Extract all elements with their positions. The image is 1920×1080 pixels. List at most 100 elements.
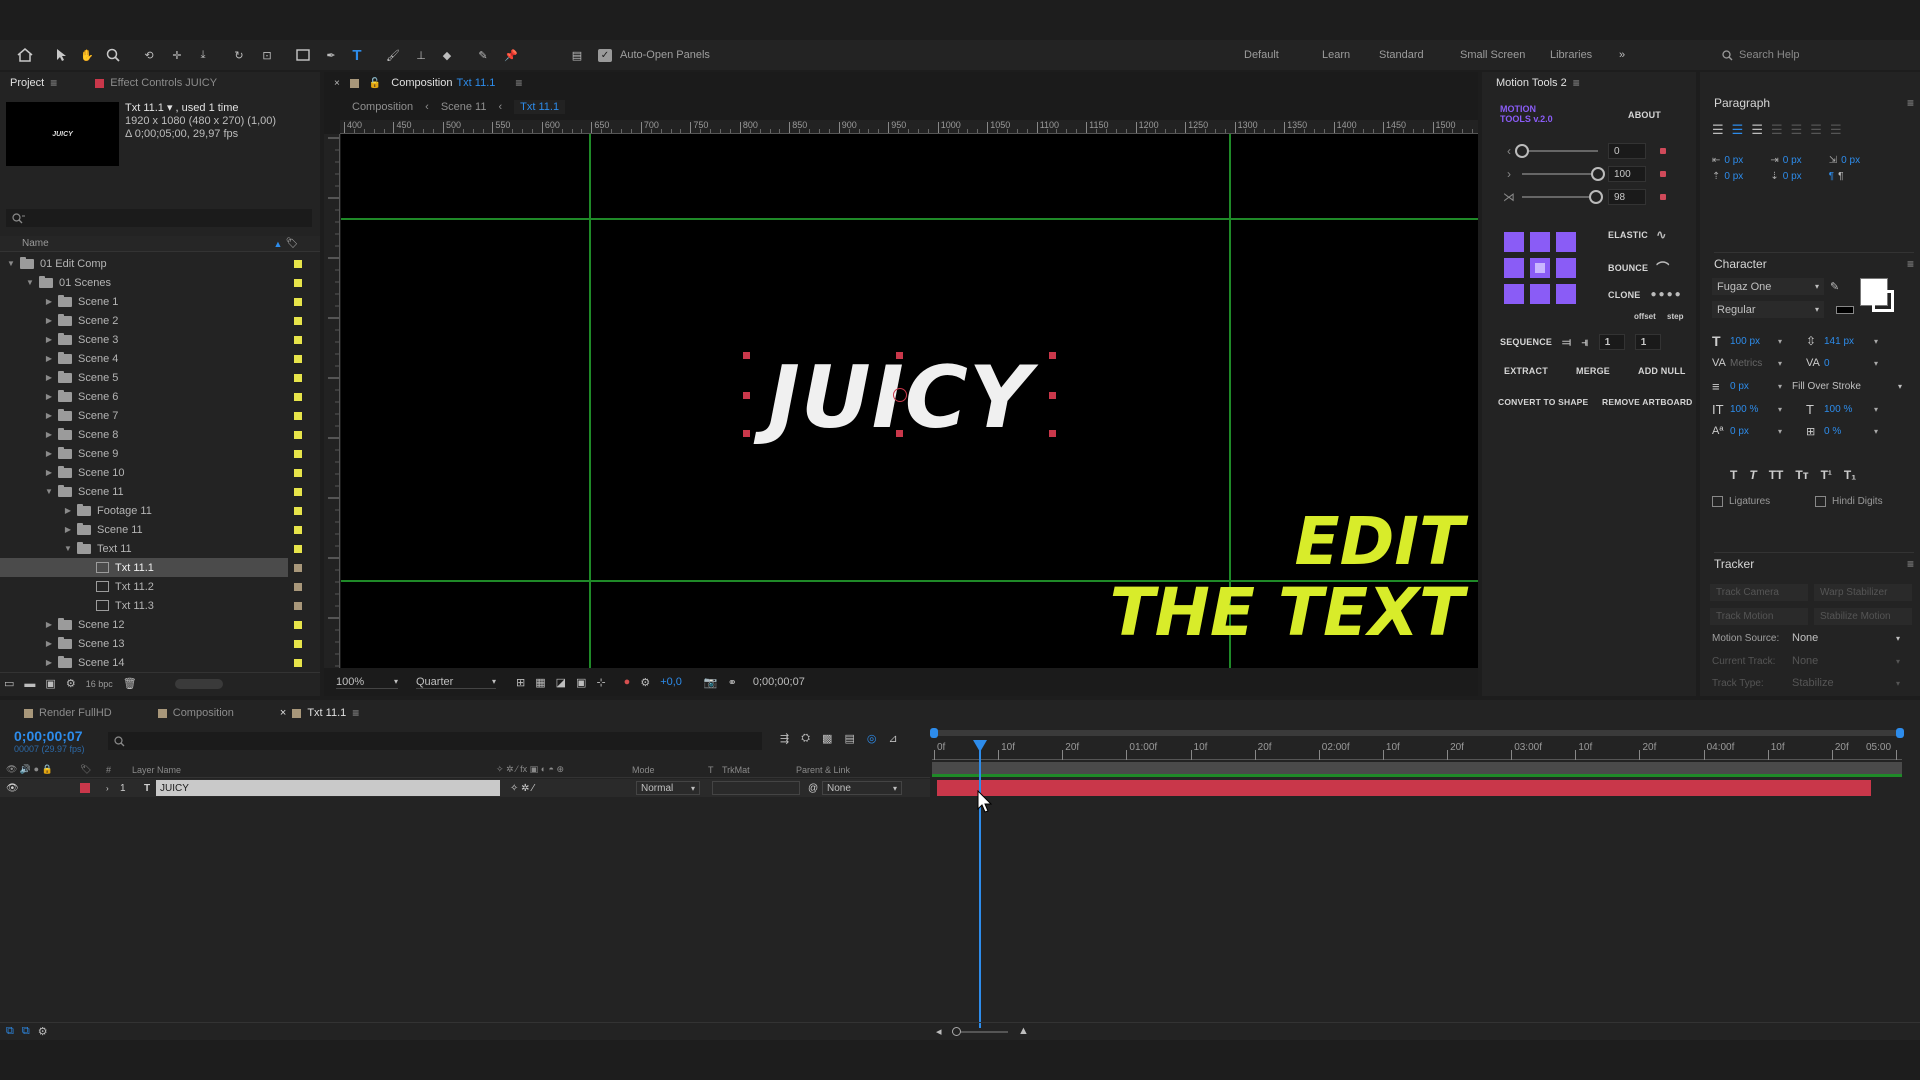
indent-left-field[interactable]: 0 px	[1724, 155, 1766, 166]
black-swatch[interactable]	[1836, 306, 1854, 314]
track-motion-button[interactable]: Track Motion	[1710, 607, 1808, 625]
project-folder-item[interactable]: ▶ Footage 11	[0, 501, 318, 520]
keyframe-dot-icon[interactable]	[1660, 194, 1666, 200]
menu-icon[interactable]: ≡	[352, 706, 359, 720]
time-ruler[interactable]: 0f 10f 20f 01:00f 10f 20f 02:00f 10f 20f 03:00f 10…	[932, 738, 1902, 760]
superscript-icon[interactable]: T¹	[1821, 468, 1832, 482]
clone-button[interactable]: CLONE ●●●●	[1608, 289, 1683, 300]
stroke-type-dropdown[interactable]: Fill Over Stroke ▾	[1792, 381, 1902, 392]
add-null-button[interactable]: ADD NULL	[1638, 366, 1686, 376]
project-folder-item[interactable]: ▶ Scene 13	[0, 634, 318, 653]
project-folder-item[interactable]: ▶ Scene 14	[0, 653, 318, 672]
chevron-right-icon[interactable]: ▶	[44, 430, 54, 439]
menu-icon[interactable]: ≡	[1907, 557, 1914, 571]
motion-source-dropdown[interactable]: None ▾	[1792, 632, 1900, 644]
align-left-icon[interactable]: ☰	[1712, 122, 1724, 138]
auto-open-checkbox[interactable]: ✓	[598, 48, 612, 62]
faux-italic-icon[interactable]: T	[1749, 468, 1756, 482]
tab-motion-tools[interactable]: Motion Tools 2 ≡	[1496, 76, 1580, 90]
navigator-end-handle[interactable]	[1896, 728, 1904, 738]
clone-stamp-icon[interactable]: ⊥	[410, 49, 432, 62]
color-management-icon[interactable]: ⚙	[640, 676, 650, 689]
new-comp-icon[interactable]: ▣	[45, 677, 55, 690]
tsume-field[interactable]: 0 %	[1824, 426, 1874, 437]
justify-last-left-icon[interactable]: ☰	[1771, 122, 1783, 138]
label-color-swatch[interactable]	[294, 563, 302, 572]
chevron-down-icon[interactable]: ▾	[1874, 405, 1878, 414]
leading-field[interactable]: 141 px	[1824, 336, 1874, 347]
subscript-icon[interactable]: T₁	[1844, 468, 1856, 482]
label-color-swatch[interactable]	[294, 373, 302, 382]
menu-icon[interactable]: ≡	[50, 76, 57, 90]
home-icon[interactable]	[14, 48, 36, 62]
graph-editor-icon[interactable]: ⊿	[888, 732, 897, 745]
layer-name-field[interactable]: JUICY	[156, 780, 500, 796]
label-color-swatch[interactable]	[294, 430, 302, 439]
show-snapshot-icon[interactable]: ⚭	[728, 676, 737, 689]
label-color-swatch[interactable]	[294, 620, 302, 629]
project-folder-item[interactable]: ▶ Scene 9	[0, 444, 318, 463]
col-parent[interactable]: Parent & Link	[796, 765, 850, 775]
stroke-width-field[interactable]: 0 px	[1730, 381, 1778, 392]
flowchart-icon[interactable]: ⚙	[66, 677, 76, 690]
timeline-search[interactable]	[108, 732, 762, 750]
selection-tool-icon[interactable]	[50, 48, 72, 62]
sequence-right-icon[interactable]: ⫣	[1581, 335, 1588, 350]
motion-slider[interactable]	[1522, 190, 1604, 204]
transform-handle[interactable]	[1049, 430, 1056, 437]
project-folder-item[interactable]: ▼ 01 Scenes	[0, 273, 318, 292]
guide-horizontal[interactable]	[341, 218, 1478, 220]
label-color-swatch[interactable]	[294, 449, 302, 458]
project-comp-item[interactable]: Txt 11.2	[0, 577, 318, 596]
visibility-icon[interactable]: 👁	[6, 783, 80, 794]
playhead-handle[interactable]	[972, 740, 987, 752]
transform-handle[interactable]	[896, 430, 903, 437]
anchor-grid-cell[interactable]	[1556, 258, 1576, 278]
navigator-start-handle[interactable]	[930, 728, 938, 738]
vertical-scale-field[interactable]: 100 %	[1730, 404, 1778, 415]
roto-brush-icon[interactable]: ✎	[470, 49, 496, 62]
anchor-grid-cell[interactable]	[1504, 232, 1524, 252]
project-folder-item[interactable]: ▶ Scene 7	[0, 406, 318, 425]
chevron-right-icon[interactable]: ▶	[44, 297, 54, 306]
project-comp-item[interactable]: Txt 11.3	[0, 596, 318, 615]
chevron-right-icon[interactable]: ▶	[44, 373, 54, 382]
zoom-dropdown[interactable]: 100% ▾	[336, 676, 398, 689]
indent-right-field[interactable]: 0 px	[1783, 155, 1825, 166]
sequence-step-field[interactable]: 1	[1634, 334, 1661, 350]
menu-icon[interactable]: ≡	[1573, 76, 1580, 90]
orbit-camera-icon[interactable]: ⟲	[136, 49, 162, 62]
tracking-field[interactable]: 0	[1824, 358, 1874, 369]
puppet-pin-icon[interactable]: 📌	[500, 49, 522, 62]
label-color-swatch[interactable]	[294, 278, 302, 287]
font-style-dropdown[interactable]: Regular ▾	[1712, 301, 1824, 318]
space-before-field[interactable]: 0 px	[1724, 171, 1766, 182]
bpc-label[interactable]: 16 bpc	[86, 679, 113, 689]
slider-value-field[interactable]: 0	[1608, 143, 1646, 159]
new-folder-icon[interactable]: ▬	[24, 678, 35, 690]
motion-blur-icon[interactable]: ◎	[867, 732, 877, 745]
render-time-icon[interactable]: ⚙	[38, 1025, 48, 1038]
chevron-right-icon[interactable]: ▶	[44, 658, 54, 667]
layer-duration-bar[interactable]	[937, 780, 1871, 796]
chevron-right-icon[interactable]: ▶	[44, 620, 54, 629]
align-right-icon[interactable]: ☰	[1751, 122, 1763, 138]
parent-dropdown[interactable]: None ▾	[822, 781, 902, 795]
mask-visibility-icon[interactable]: ◪	[556, 676, 566, 689]
frame-blending-icon[interactable]: ▤	[844, 732, 854, 745]
anchor-point-icon[interactable]	[893, 388, 907, 402]
project-comp-item[interactable]: Txt 11.1	[0, 558, 302, 577]
label-color-swatch[interactable]	[294, 411, 302, 420]
keyframe-dot-icon[interactable]	[1660, 171, 1666, 177]
transform-handle[interactable]	[1049, 392, 1056, 399]
indent-first-field[interactable]: 0 px	[1841, 155, 1860, 166]
col-name[interactable]: Name	[22, 238, 272, 249]
resolution-dropdown[interactable]: Quarter ▾	[416, 676, 496, 689]
sort-up-icon[interactable]: ▲	[272, 239, 284, 249]
rtl-icon[interactable]: ¶	[1838, 171, 1843, 182]
project-folder-item[interactable]: ▶ Scene 5	[0, 368, 318, 387]
tab-project[interactable]: Project ≡	[10, 76, 57, 90]
comp-viewer[interactable]: JUICY EDIT THE TEXT	[341, 134, 1478, 668]
tab-txt-11-1[interactable]: × Txt 11.1 ≡	[280, 706, 359, 720]
label-color-swatch[interactable]	[294, 297, 302, 306]
